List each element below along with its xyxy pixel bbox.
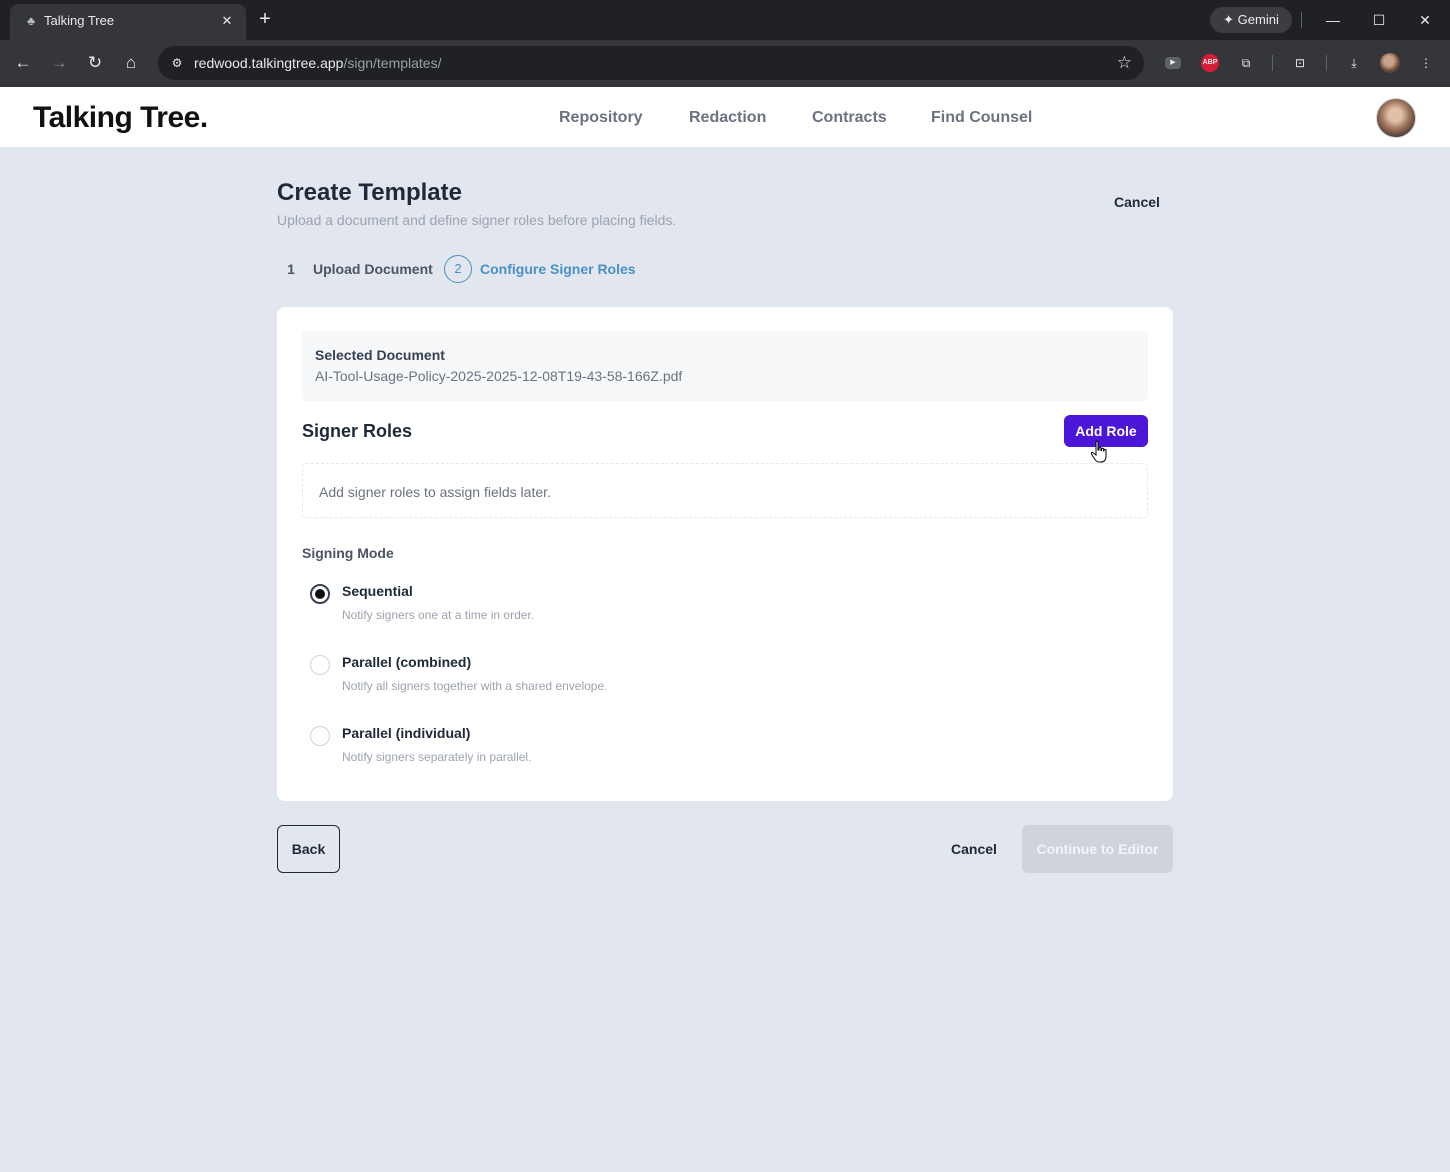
template-card: Selected Document AI-Tool-Usage-Policy-2… xyxy=(277,307,1173,801)
sparkle-icon: ✦ xyxy=(1223,12,1235,27)
extensions-puzzle-icon[interactable]: ⧉ xyxy=(1235,52,1257,74)
tab-title: Talking Tree xyxy=(44,13,115,28)
adblock-icon[interactable]: ABP xyxy=(1201,54,1219,72)
reload-icon[interactable]: ↻ xyxy=(84,52,106,74)
tab-search-icon[interactable]: ⊡ xyxy=(1289,52,1311,74)
option-parallel-individual-description: Notify signers separately in parallel. xyxy=(342,750,532,764)
option-parallel-individual-label[interactable]: Parallel (individual) xyxy=(342,725,470,741)
divider xyxy=(1272,55,1273,71)
selected-document-filename: AI-Tool-Usage-Policy-2025-2025-12-08T19-… xyxy=(315,368,683,384)
option-parallel-combined-label[interactable]: Parallel (combined) xyxy=(342,654,471,670)
divider xyxy=(1326,55,1327,71)
selected-document-label: Selected Document xyxy=(315,347,445,363)
nav-contracts[interactable]: Contracts xyxy=(812,109,887,127)
nav-find-counsel[interactable]: Find Counsel xyxy=(931,109,1032,127)
divider xyxy=(1301,12,1302,28)
close-window-icon[interactable]: ✕ xyxy=(1412,8,1438,32)
step-2-number: 2 xyxy=(444,255,472,283)
nav-redaction[interactable]: Redaction xyxy=(689,109,766,127)
media-extension-icon[interactable]: ▶ xyxy=(1165,57,1181,69)
close-tab-icon[interactable]: ✕ xyxy=(218,12,236,30)
user-avatar[interactable] xyxy=(1376,98,1416,138)
radio-parallel-individual[interactable] xyxy=(310,726,330,746)
new-tab-icon[interactable]: + xyxy=(254,8,276,30)
back-arrow-icon[interactable]: ← xyxy=(12,52,34,74)
app-logo[interactable]: Talking Tree. xyxy=(33,101,208,135)
selected-document-box: Selected Document AI-Tool-Usage-Policy-2… xyxy=(302,331,1148,401)
browser-toolbar: ← → ↻ ⌂ ⚙ redwood.talkingtree.app/sign/t… xyxy=(0,40,1450,87)
browser-tab[interactable]: ♣ Talking Tree ✕ xyxy=(10,4,246,40)
page-title: Create Template xyxy=(277,179,462,206)
step-1-number: 1 xyxy=(287,261,295,277)
footer-cancel-button[interactable]: Cancel xyxy=(951,841,997,857)
option-sequential-description: Notify signers one at a time in order. xyxy=(342,608,535,622)
browser-profile-avatar[interactable] xyxy=(1380,53,1400,73)
forward-arrow-icon[interactable]: → xyxy=(48,52,70,74)
download-icon[interactable]: ⤓ xyxy=(1343,52,1365,74)
site-info-icon[interactable]: ⚙ xyxy=(166,52,188,74)
browser-menu-icon[interactable]: ⋮ xyxy=(1415,52,1437,74)
signer-roles-title: Signer Roles xyxy=(302,421,413,441)
home-icon[interactable]: ⌂ xyxy=(120,52,142,74)
radio-sequential[interactable] xyxy=(310,584,330,604)
radio-parallel-combined[interactable] xyxy=(310,655,330,675)
hand-cursor-icon xyxy=(1090,440,1107,463)
url-path: /sign/templates/ xyxy=(343,55,442,71)
app-header: Talking Tree. Repository Redaction Contr… xyxy=(0,87,1450,148)
signer-roles-empty-state: Add signer roles to assign fields later. xyxy=(302,463,1148,518)
page-subtitle: Upload a document and define signer role… xyxy=(277,212,677,228)
minimize-icon[interactable]: — xyxy=(1320,8,1346,32)
bookmark-star-icon[interactable]: ☆ xyxy=(1117,52,1132,74)
gemini-button[interactable]: ✦ Gemini xyxy=(1210,7,1292,33)
option-parallel-combined-description: Notify all signers together with a share… xyxy=(342,679,608,693)
header-cancel-button[interactable]: Cancel xyxy=(1114,194,1160,210)
address-bar[interactable]: ⚙ redwood.talkingtree.app/sign/templates… xyxy=(158,46,1144,80)
browser-tab-strip: ♣ Talking Tree ✕ + ✦ Gemini — ☐ ✕ xyxy=(0,0,1450,40)
back-button[interactable]: Back xyxy=(277,825,340,873)
gemini-label: Gemini xyxy=(1237,12,1279,27)
tree-favicon-icon: ♣ xyxy=(27,14,35,28)
signing-mode-title: Signing Mode xyxy=(302,545,394,561)
step-1-label[interactable]: Upload Document xyxy=(313,261,433,277)
signer-roles-empty-text: Add signer roles to assign fields later. xyxy=(319,484,551,500)
option-sequential-label[interactable]: Sequential xyxy=(342,583,413,599)
url-text[interactable]: redwood.talkingtree.app/sign/templates/ xyxy=(194,55,442,71)
url-host: redwood.talkingtree.app xyxy=(194,55,344,71)
maximize-icon[interactable]: ☐ xyxy=(1366,8,1392,32)
continue-to-editor-button[interactable]: Continue to Editor xyxy=(1022,825,1173,873)
nav-repository[interactable]: Repository xyxy=(559,109,643,127)
step-2-label[interactable]: Configure Signer Roles xyxy=(480,261,636,277)
